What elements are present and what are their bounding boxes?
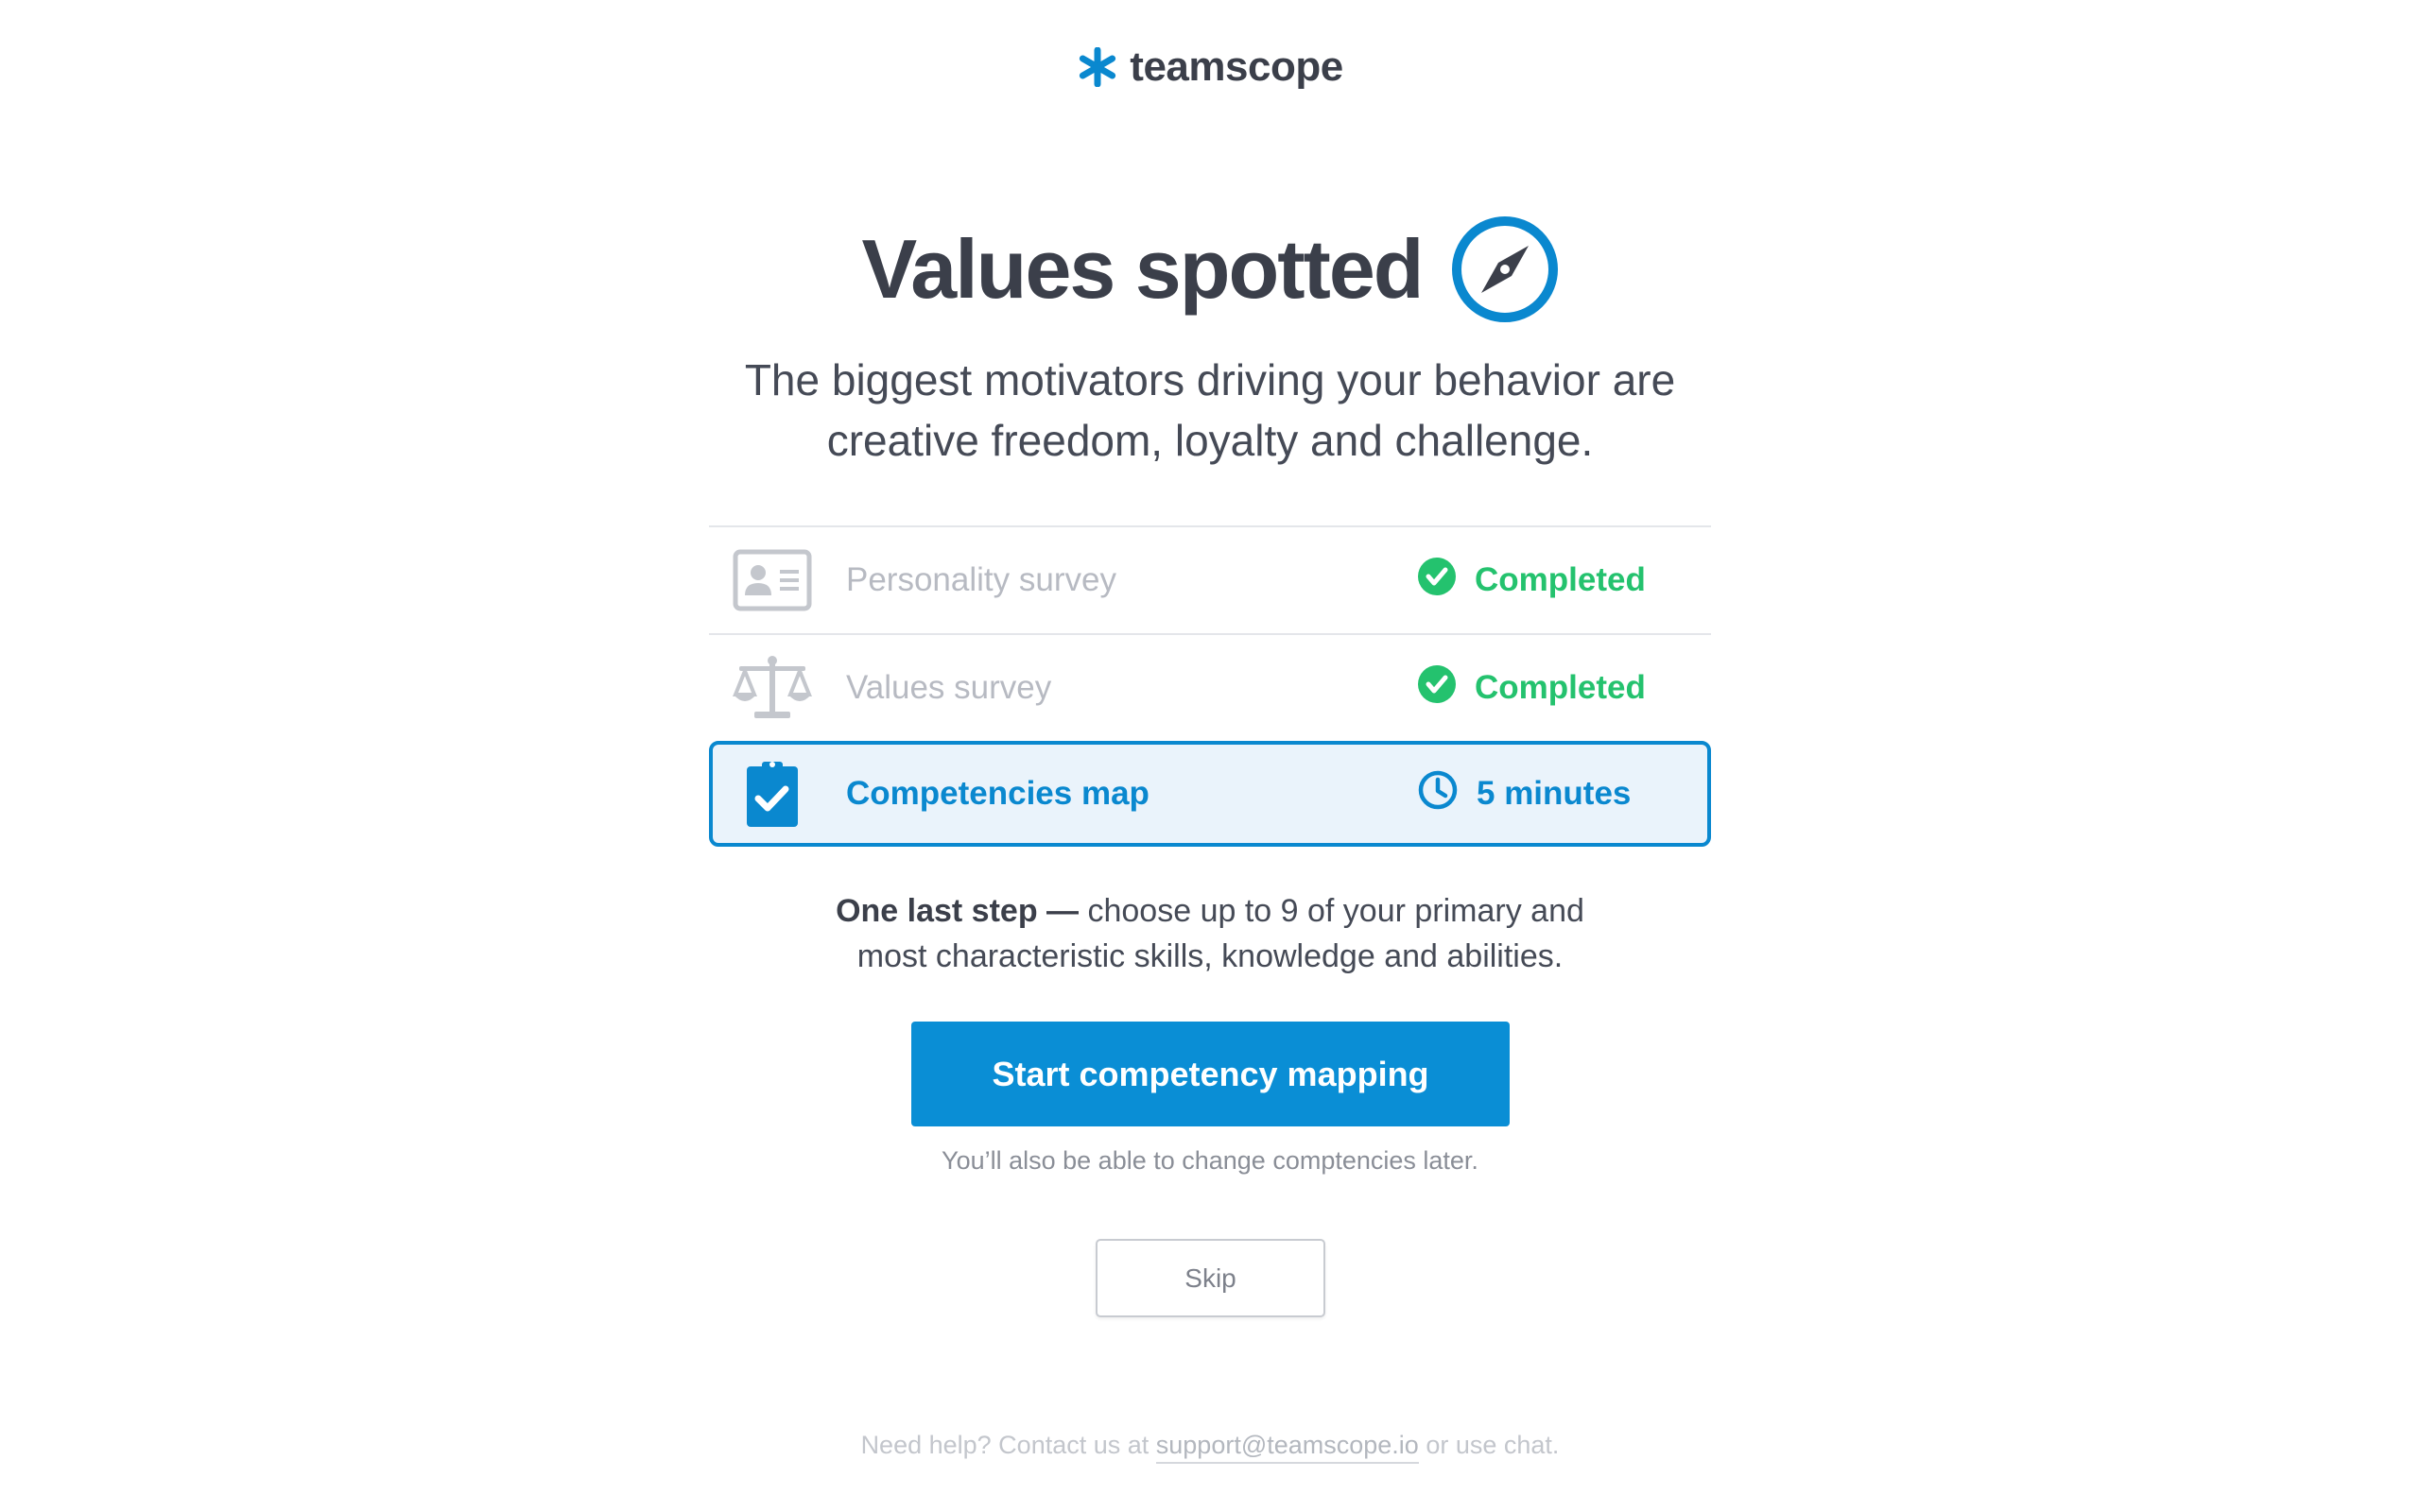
page-title: Values spotted bbox=[861, 222, 1424, 316]
check-circle-icon bbox=[1418, 664, 1456, 712]
step-label: Competencies map bbox=[846, 775, 1150, 812]
step-status: Completed bbox=[1418, 557, 1646, 604]
page-heading: Values spotted bbox=[0, 215, 2420, 323]
help-footer: Need help? Contact us at support@teamsco… bbox=[0, 1431, 2420, 1464]
helper-text: You’ll also be able to change comptencie… bbox=[942, 1146, 1478, 1175]
note-line-1: One last step — choose up to 9 of your p… bbox=[0, 888, 2420, 934]
note-line-1-rest: choose up to 9 of your primary and bbox=[1079, 893, 1584, 929]
skip-button[interactable]: Skip bbox=[1096, 1239, 1325, 1317]
step-status: 5 minutes bbox=[1418, 770, 1631, 818]
compass-icon bbox=[1451, 215, 1559, 323]
step-status-text: Completed bbox=[1475, 561, 1646, 598]
logo-text: teamscope bbox=[1130, 43, 1343, 90]
support-email-link[interactable]: support@teamscope.io bbox=[1155, 1431, 1419, 1464]
asterisk-logo-icon bbox=[1077, 46, 1118, 88]
step-competencies-map[interactable]: Competencies map 5 minutes bbox=[709, 741, 1711, 847]
step-label: Personality survey bbox=[846, 561, 1116, 598]
step-label: Values survey bbox=[846, 669, 1052, 706]
step-personality-survey: Personality survey Completed bbox=[709, 525, 1711, 633]
steps-list: Personality survey Completed Values surv… bbox=[709, 525, 1711, 847]
note-bold: One last step — bbox=[836, 893, 1080, 929]
motivators-summary: The biggest motivators driving your beha… bbox=[0, 350, 2420, 471]
summary-line-1: The biggest motivators driving your beha… bbox=[744, 355, 1676, 404]
clipboard-check-icon bbox=[730, 751, 815, 836]
check-circle-icon bbox=[1418, 557, 1456, 604]
footer-suffix: or use chat. bbox=[1418, 1431, 1560, 1459]
instruction-note: One last step — choose up to 9 of your p… bbox=[0, 888, 2420, 979]
scales-icon bbox=[730, 645, 815, 730]
start-competency-mapping-button[interactable]: Start competency mapping bbox=[911, 1022, 1510, 1126]
teamscope-logo[interactable]: teamscope bbox=[0, 43, 2420, 91]
clock-icon bbox=[1418, 770, 1458, 818]
step-status: Completed bbox=[1418, 664, 1646, 712]
id-card-icon bbox=[730, 538, 815, 623]
step-status-text: 5 minutes bbox=[1477, 775, 1632, 812]
step-status-text: Completed bbox=[1475, 669, 1646, 706]
footer-prefix: Need help? Contact us at bbox=[860, 1431, 1156, 1459]
page: teamscope Values spotted The biggest mot… bbox=[0, 0, 2420, 1512]
note-line-2: most characteristic skills, knowledge an… bbox=[856, 938, 1564, 974]
step-values-survey: Values survey Completed bbox=[709, 633, 1711, 741]
summary-line-2: creative freedom, loyalty and challenge. bbox=[826, 416, 1594, 465]
